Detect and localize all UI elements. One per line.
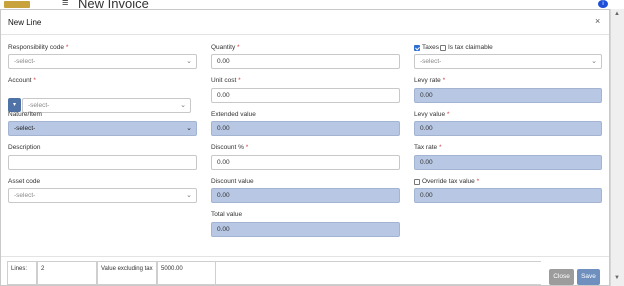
total-value-label: Total value [211,211,243,218]
discount-value-field: 0.00 [211,188,400,203]
nature-item-select[interactable]: -select- ⌄ [8,121,197,136]
override-tax-value-checkbox[interactable] [414,179,420,185]
nature-item-label: Nature/Item [8,111,42,118]
discount-value-label: Discount value [211,178,254,185]
account-label: Account * [8,77,36,84]
taxes-checkbox[interactable] [414,45,420,51]
background-header: ≡ New Invoice i [0,0,624,9]
levy-value-label: Levy value * [414,111,450,118]
value-excluding-tax-label: Value excluding tax [97,261,157,285]
footer-spacer [216,261,541,285]
chevron-down-icon: ⌄ [180,102,186,109]
responsibility-code-label: Responsibility code * [8,44,69,51]
description-input[interactable] [8,155,197,170]
chevron-down-icon: ⌄ [186,58,192,65]
quantity-input[interactable]: 0.00 [211,54,400,69]
levy-value-field: 0.00 [414,121,602,136]
quantity-label: Quantity * [211,44,240,51]
levy-rate-field: 0.00 [414,88,602,103]
page-title: New Invoice [78,0,149,9]
close-icon[interactable]: × [595,16,600,26]
responsibility-code-select[interactable]: -select- ⌄ [8,54,197,69]
close-button[interactable]: Close [549,269,574,285]
value-excluding-tax-amount: 5000.00 [157,261,216,285]
app-logo [4,1,30,8]
modal-footer: Lines: 2 Value excluding tax 5000.00 Clo… [1,256,609,286]
modal-title: New Line [8,18,42,27]
taxes-label: Taxes [422,44,439,51]
extended-value-field: 0.00 [211,121,400,136]
chevron-down-icon: ⌄ [186,125,192,132]
new-line-modal: New Line × Responsibility code * -select… [0,9,610,286]
override-tax-value-label: Override tax value * [422,178,480,185]
save-button[interactable]: Save [577,269,600,285]
asset-code-select[interactable]: -select- ⌄ [8,188,197,203]
account-select[interactable]: -select- ⌄ [22,98,191,113]
is-tax-claimable-checkbox[interactable] [440,45,446,51]
chevron-down-icon: ⌄ [186,192,192,199]
tax-rate-field: 0.00 [414,155,602,170]
is-tax-claimable-label: Is tax claimable [448,44,493,51]
description-label: Description [8,144,41,151]
discount-pct-input[interactable]: 0.00 [211,155,400,170]
levy-rate-label: Levy rate * [414,77,446,84]
lines-label: Lines: [7,261,37,285]
asset-code-label: Asset code [8,178,41,185]
unit-cost-label: Unit cost * [211,77,241,84]
lines-value: 2 [37,261,97,285]
tax-rate-label: Tax rate * [414,144,442,151]
tax-select[interactable]: -select- ⌄ [414,54,602,69]
extended-value-label: Extended value [211,111,256,118]
scroll-up-icon[interactable]: ▲ [614,11,620,17]
page-scrollbar[interactable]: ▲ ▼ [610,9,624,286]
discount-pct-label: Discount % * [211,144,249,151]
modal-header: New Line × [1,10,609,35]
total-value-field: 0.00 [211,222,400,237]
chevron-down-icon: ⌄ [591,58,597,65]
hamburger-icon[interactable]: ≡ [62,0,68,9]
info-icon[interactable]: i [598,0,608,8]
unit-cost-input[interactable]: 0.00 [211,88,400,103]
account-dropdown-button[interactable]: ▾ [8,98,21,112]
override-tax-value-field: 0.00 [414,188,602,203]
scroll-down-icon[interactable]: ▼ [614,275,620,281]
